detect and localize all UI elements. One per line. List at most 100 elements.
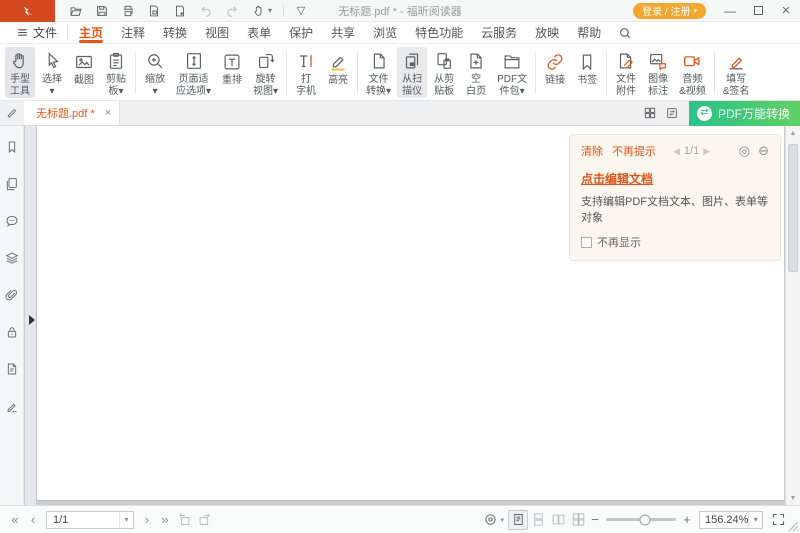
ribbon-zoom[interactable]: 缩放 ▾: [140, 47, 170, 98]
login-register-button[interactable]: 登录 / 注册 ▾: [633, 3, 706, 19]
undo-icon[interactable]: [193, 1, 219, 21]
ribbon-blank-page[interactable]: 空 白页: [461, 47, 491, 98]
ribbon-fill-sign[interactable]: 填写 &签名: [719, 47, 754, 98]
minimize-button[interactable]: —: [716, 0, 744, 22]
ribbon-from-clipboard[interactable]: 从剪 贴板: [429, 47, 459, 98]
form-fields-icon[interactable]: [3, 360, 21, 378]
document-tab[interactable]: 无标题.pdf * ×: [24, 101, 120, 125]
portfolio-icon: [501, 49, 523, 73]
ribbon-clipboard[interactable]: 剪贴 板▾: [101, 47, 131, 98]
caret-down-icon[interactable]: ▾: [500, 516, 504, 524]
tab-browse[interactable]: 浏览: [364, 22, 406, 43]
pager-next-icon[interactable]: ▶: [703, 146, 710, 157]
ribbon-reflow[interactable]: 重排: [217, 47, 247, 98]
hand-tool-icon[interactable]: ▾: [245, 1, 279, 21]
ribbon-typewriter[interactable]: 打 字机: [291, 47, 321, 98]
tab-share[interactable]: 共享: [322, 22, 364, 43]
first-page-button[interactable]: «: [6, 512, 24, 527]
save-icon[interactable]: [89, 1, 115, 21]
notice-collapse-icon[interactable]: ⊖: [758, 143, 769, 159]
maximize-button[interactable]: [744, 0, 772, 22]
file-menu[interactable]: 文件: [8, 22, 65, 43]
tab-slideshow[interactable]: 放映: [526, 22, 568, 43]
ribbon-image-annotation[interactable]: 图像 标注: [643, 47, 673, 98]
ribbon-bookmark[interactable]: 书签: [572, 47, 602, 98]
tab-view[interactable]: 视图: [196, 22, 238, 43]
tab-home[interactable]: 主页: [70, 22, 112, 43]
toolbar-chevron-icon[interactable]: ▽: [288, 1, 314, 21]
pdf-convert-button[interactable]: ⇄ PDF万能转换: [689, 101, 800, 126]
bookmarks-icon[interactable]: [3, 138, 21, 156]
print-icon[interactable]: [115, 1, 141, 21]
scroll-down-icon[interactable]: ▼: [786, 491, 800, 505]
dont-remind-link[interactable]: 不再提示: [612, 143, 656, 159]
scroll-up-icon[interactable]: ▲: [786, 126, 800, 140]
notice-settings-icon[interactable]: ◎: [739, 143, 750, 159]
tab-help[interactable]: 帮助: [568, 22, 610, 43]
clear-link[interactable]: 清除: [581, 143, 603, 159]
tab-convert[interactable]: 转换: [154, 22, 196, 43]
ribbon-fit-page[interactable]: 页面适 应选项▾: [172, 47, 215, 98]
ribbon-highlight[interactable]: 高亮: [323, 47, 353, 98]
page-number-input[interactable]: 1/1 ▾: [46, 511, 134, 529]
ribbon-rotate-view[interactable]: 旋转 视图▾: [249, 47, 282, 98]
zoom-in-button[interactable]: +: [680, 512, 694, 527]
prev-page-button[interactable]: ‹: [24, 512, 42, 527]
foxit-logo[interactable]: [0, 0, 55, 22]
signature-icon[interactable]: [3, 397, 21, 415]
close-button[interactable]: ×: [772, 0, 800, 22]
facing-continuous-icon[interactable]: [568, 510, 588, 530]
facing-page-icon[interactable]: [548, 510, 568, 530]
checkbox-icon[interactable]: [581, 237, 592, 248]
tab-features[interactable]: 特色功能: [406, 22, 472, 43]
next-page-button[interactable]: ›: [138, 512, 156, 527]
switch-window-icon[interactable]: [661, 102, 683, 124]
panel-expand-handle[interactable]: [29, 315, 35, 325]
layers-icon[interactable]: [3, 249, 21, 267]
single-page-icon[interactable]: [508, 510, 528, 530]
ribbon-pdf-portfolio[interactable]: PDF文 件包▾: [493, 47, 531, 98]
next-view-icon[interactable]: [194, 510, 214, 530]
zoom-level-input[interactable]: 156.24% ▾: [699, 511, 763, 529]
pan-mode-icon[interactable]: [480, 510, 500, 530]
last-page-button[interactable]: »: [156, 512, 174, 527]
ribbon-from-scanner[interactable]: 从扫 描仪: [397, 47, 427, 98]
pages-icon[interactable]: [3, 175, 21, 193]
security-icon[interactable]: [3, 323, 21, 341]
redo-icon[interactable]: [219, 1, 245, 21]
ribbon-select[interactable]: 选择 ▾: [37, 47, 67, 98]
search-icon[interactable]: [610, 22, 640, 43]
edit-pencil-icon[interactable]: [0, 101, 24, 125]
resize-grip[interactable]: [788, 521, 799, 532]
ribbon-audio-video[interactable]: 音频 &视频: [675, 47, 710, 98]
tab-protect[interactable]: 保护: [280, 22, 322, 43]
grid-view-icon[interactable]: [639, 102, 661, 124]
scrollbar-thumb[interactable]: [788, 144, 798, 272]
ribbon-link[interactable]: 链接: [540, 47, 570, 98]
zoom-out-button[interactable]: −: [588, 512, 602, 527]
add-document-icon[interactable]: [167, 1, 193, 21]
tab-comment[interactable]: 注释: [112, 22, 154, 43]
ribbon-hand-tool[interactable]: 手型 工具: [5, 47, 35, 98]
pager-prev-icon[interactable]: ◀: [673, 146, 680, 157]
caret-down-icon[interactable]: ▾: [748, 512, 762, 528]
vertical-scrollbar[interactable]: ▲ ▼: [785, 126, 800, 505]
tab-close-icon[interactable]: ×: [105, 107, 111, 119]
edit-document-link[interactable]: 点击编辑文档: [581, 170, 653, 187]
comments-icon[interactable]: [3, 212, 21, 230]
previous-view-icon[interactable]: [174, 510, 194, 530]
tab-form[interactable]: 表单: [238, 22, 280, 43]
tab-cloud[interactable]: 云服务: [472, 22, 526, 43]
dont-show-checkbox[interactable]: 不再显示: [581, 234, 769, 250]
open-file-icon[interactable]: [63, 1, 89, 21]
continuous-page-icon[interactable]: [528, 510, 548, 530]
ribbon-file-attachment[interactable]: 文件 附件: [611, 47, 641, 98]
ribbon-snapshot[interactable]: 截图: [69, 47, 99, 98]
zoom-slider[interactable]: [606, 518, 676, 521]
document-icon[interactable]: [141, 1, 167, 21]
fullscreen-icon[interactable]: [768, 510, 788, 530]
caret-down-icon[interactable]: ▾: [119, 512, 133, 528]
zoom-slider-handle[interactable]: [639, 514, 650, 525]
ribbon-file-convert[interactable]: 文件 转换▾: [362, 47, 395, 98]
attachments-icon[interactable]: [3, 286, 21, 304]
